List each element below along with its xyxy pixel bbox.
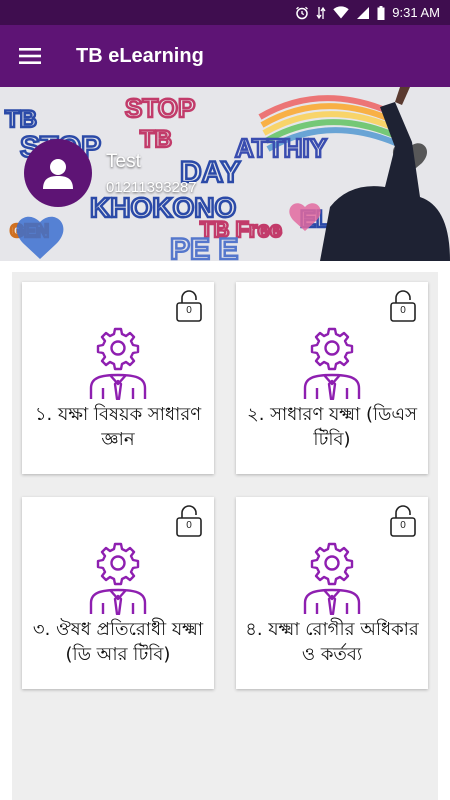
lock-count: 0 [186, 305, 192, 316]
module-title: ৪. যক্ষ্মা রোগীর অধিকার ও কর্তব্য [245, 619, 419, 665]
status-time: 9:31 AM [392, 5, 440, 20]
avatar [24, 139, 92, 207]
user-profile[interactable]: Test 01211393287 [24, 139, 197, 207]
svg-text:TB: TB [5, 106, 37, 133]
module-card-2[interactable]: 0 ২. সাধারণ যক্ষ্মা (ডিএস টিবি) [236, 282, 428, 474]
module-card-1[interactable]: 0 ১. যক্ষা বিষয়ক সাধারণ জ্ঞান [22, 282, 214, 474]
battery-icon [377, 5, 385, 20]
lock-badge: 0 [390, 290, 416, 326]
learner-gear-icon [89, 327, 147, 400]
user-phone: 01211393287 [106, 178, 197, 196]
data-transfer-icon [316, 6, 326, 19]
svg-text:PE E: PE E [170, 233, 238, 261]
svg-text:ATTHIY: ATTHIY [235, 133, 327, 163]
status-bar: 9:31 AM [0, 0, 450, 25]
module-title: ১. যক্ষা বিষয়ক সাধারণ জ্ঞান [34, 404, 202, 450]
learner-gear-icon [89, 542, 147, 615]
learner-gear-icon [303, 327, 361, 400]
lock-count: 0 [400, 305, 406, 316]
menu-button[interactable] [0, 25, 60, 87]
module-card-4[interactable]: 0 ৪. যক্ষ্মা রোগীর অধিকার ও কর্তব্য [236, 497, 428, 689]
app-bar: TB eLearning [0, 25, 450, 87]
user-name: Test [106, 150, 141, 172]
user-info: Test 01211393287 [106, 151, 197, 196]
module-card-3[interactable]: 0 ৩. ঔষধ প্রতিরোধী যক্ষ্মা (ডি আর টিবি) [22, 497, 214, 689]
signal-icon [357, 6, 370, 19]
lock-badge: 0 [176, 290, 202, 326]
lock-badge: 0 [176, 505, 202, 541]
wifi-icon [333, 6, 349, 19]
module-title: ২. সাধারণ যক্ষ্মা (ডিএস টিবি) [246, 404, 418, 450]
lock-badge: 0 [390, 505, 416, 541]
module-grid: 0 ১. যক্ষা বিষয়ক সাধারণ জ্ঞান 0 ২. সাধা… [12, 272, 438, 800]
alarm-icon [296, 6, 309, 19]
lock-count: 0 [186, 520, 192, 531]
svg-text:STOP: STOP [125, 93, 195, 123]
module-title: ৩. ঔষধ প্রতিরোধী যক্ষ্মা (ডি আর টিবি) [32, 619, 204, 665]
hamburger-menu-icon [19, 48, 41, 64]
header-banner: TB STOP STOP TB DAY ATTHIY KHOKONO TB Fr… [0, 87, 450, 261]
learner-gear-icon [303, 542, 361, 615]
user-icon [43, 159, 73, 189]
app-title: TB eLearning [76, 44, 204, 67]
lock-count: 0 [400, 520, 406, 531]
